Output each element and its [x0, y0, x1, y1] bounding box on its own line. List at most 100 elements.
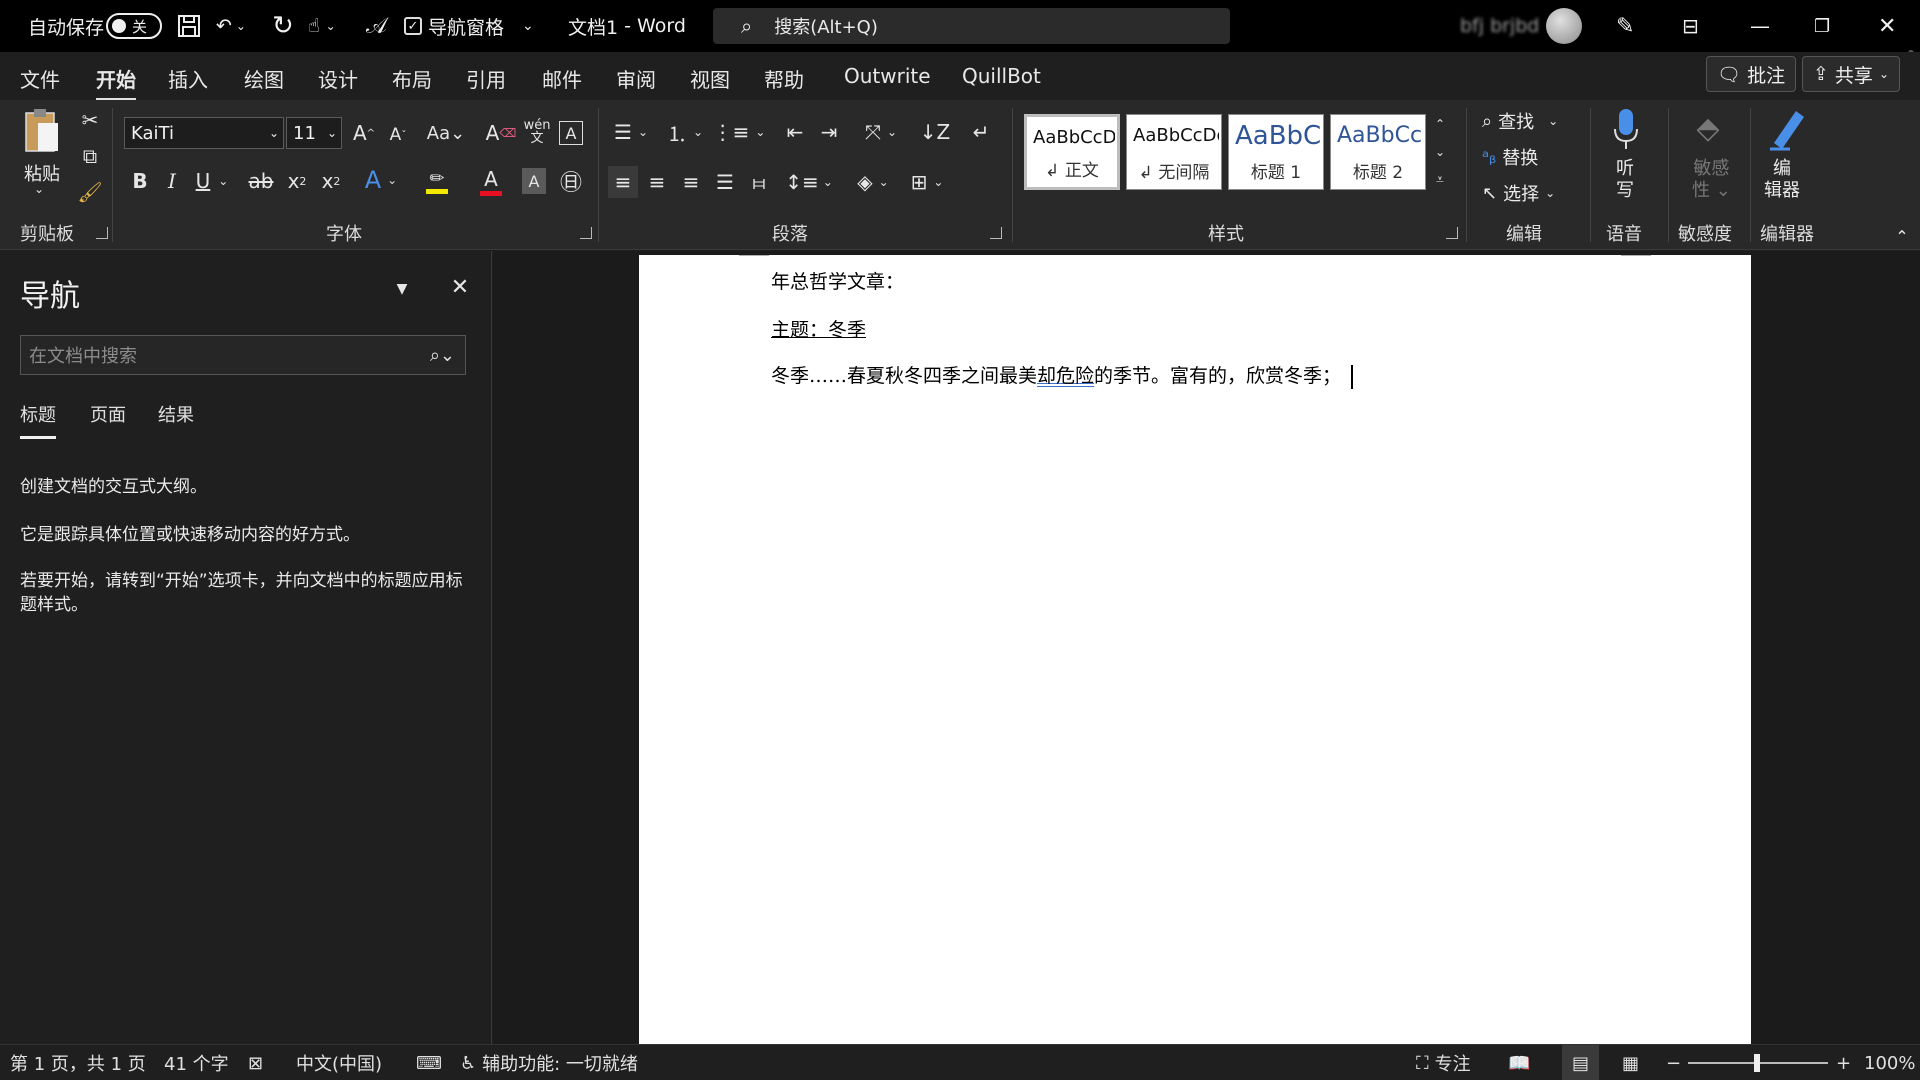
comments-button[interactable]: 🗨 批注: [1706, 56, 1797, 92]
character-shading-icon[interactable]: A: [522, 168, 546, 194]
style-no-spacing[interactable]: AaBbCcDd ↲ 无间隔: [1126, 114, 1222, 190]
nav-search-input[interactable]: 在文档中搜索 ⌕⌄: [20, 335, 466, 375]
superscript-icon[interactable]: x2: [316, 166, 346, 196]
zoom-level[interactable]: 100%: [1864, 1045, 1915, 1080]
tab-layout[interactable]: 布局: [392, 64, 432, 93]
autosave-toggle[interactable]: 关: [106, 0, 162, 52]
clear-formatting-icon[interactable]: A ⌫: [486, 118, 517, 148]
nav-tab-pages[interactable]: 页面: [90, 401, 126, 427]
clipboard-dialog-launcher-icon[interactable]: [96, 227, 108, 239]
tab-design[interactable]: 设计: [318, 64, 358, 93]
nav-options-chevron-down-icon[interactable]: ▼: [390, 277, 414, 301]
avatar[interactable]: [1546, 0, 1582, 52]
doc-paragraph[interactable]: 冬季……春夏秋冬四季之间最美却危险的季节。富有的，欣赏冬季；: [771, 361, 1354, 389]
tab-mailings[interactable]: 邮件: [542, 64, 582, 93]
multilevel-list-icon[interactable]: ⋮≡ ⌄: [713, 116, 766, 148]
search-icon[interactable]: ⌕⌄: [430, 345, 455, 366]
accessibility-status[interactable]: ♿ 辅助功能: 一切就绪: [460, 1045, 638, 1080]
document-page[interactable]: 年总哲学文章： 主题：冬季 冬季……春夏秋冬四季之间最美却危险的季节。富有的，欣…: [639, 255, 1751, 1044]
style-normal[interactable]: AaBbCcDd ↲ 正文: [1024, 114, 1120, 190]
close-icon[interactable]: ✕: [1878, 0, 1896, 52]
distributed-icon[interactable]: ⧦: [744, 166, 774, 198]
paragraph-dialog-launcher-icon[interactable]: [990, 227, 1002, 239]
nav-pane-checkbox[interactable]: ✓ 导航窗格: [404, 0, 504, 52]
find-button[interactable]: ⌕ 查找 ⌄: [1482, 108, 1558, 134]
zoom-slider-thumb[interactable]: [1754, 1054, 1760, 1072]
doc-subject-line[interactable]: 主题：冬季: [771, 315, 866, 342]
customize-qat-icon[interactable]: ⌄: [522, 0, 534, 52]
tab-insert[interactable]: 插入: [168, 64, 208, 93]
word-count[interactable]: 41 个字: [164, 1045, 229, 1080]
font-dialog-launcher-icon[interactable]: [580, 227, 592, 239]
restore-icon[interactable]: ❐: [1814, 0, 1830, 52]
format-painter-icon[interactable]: 🖌: [77, 180, 102, 204]
subscript-icon[interactable]: x2: [282, 166, 312, 196]
align-left-icon[interactable]: ≡: [608, 166, 638, 198]
decrease-indent-icon[interactable]: ⇤: [780, 116, 810, 148]
justify-icon[interactable]: ☰: [710, 166, 740, 198]
grammar-flag[interactable]: 却危险: [1037, 365, 1094, 387]
font-name-select[interactable]: KaiTi ⌄: [124, 117, 284, 149]
print-layout-icon[interactable]: ▤: [1562, 1045, 1600, 1080]
web-layout-icon[interactable]: ▦: [1622, 1045, 1639, 1080]
dictate-button[interactable]: 听写: [1616, 158, 1634, 202]
doc-paragraph[interactable]: 年总哲学文章：: [771, 267, 904, 294]
nav-tab-headings[interactable]: 标题: [20, 401, 56, 439]
text-predictions-icon[interactable]: ⌨: [416, 1045, 442, 1080]
tab-help[interactable]: 帮助: [764, 64, 804, 93]
bold-icon[interactable]: B: [128, 166, 152, 196]
borders-icon[interactable]: ⊞ ⌄: [904, 166, 950, 198]
line-spacing-icon[interactable]: ↕≡ ⌄: [785, 166, 833, 198]
share-button[interactable]: ⇪ 共享 ⌄: [1802, 56, 1900, 92]
tab-view[interactable]: 视图: [690, 64, 730, 93]
italic-icon[interactable]: I: [160, 166, 184, 196]
styles-more-icon[interactable]: ⩡: [1430, 168, 1450, 192]
tab-file[interactable]: 文件: [20, 64, 60, 93]
pen-icon[interactable]: ✎: [1616, 0, 1634, 52]
underline-icon[interactable]: U ⌄: [192, 166, 232, 196]
tab-review[interactable]: 审阅: [616, 64, 656, 93]
tab-outwrite[interactable]: Outwrite: [844, 64, 931, 88]
character-border-icon[interactable]: A: [559, 121, 583, 145]
strikethrough-icon[interactable]: ab: [246, 166, 276, 196]
nav-tab-results[interactable]: 结果: [158, 401, 194, 427]
styles-scroll-down-icon[interactable]: ⌄: [1430, 140, 1450, 164]
tab-home[interactable]: 开始: [96, 64, 136, 101]
show-marks-icon[interactable]: ↵: [966, 116, 996, 148]
bullets-icon[interactable]: ☰ ⌄: [608, 116, 654, 148]
save-icon[interactable]: [176, 0, 202, 52]
tab-draw[interactable]: 绘图: [244, 64, 284, 93]
proofing-icon[interactable]: ⊠: [248, 1045, 263, 1080]
undo-icon[interactable]: ↶ ⌄: [216, 0, 246, 52]
search-box[interactable]: ⌕ 搜索(Alt+Q): [713, 8, 1230, 44]
grow-font-icon[interactable]: A ^: [350, 118, 378, 148]
shading-icon[interactable]: ◈ ⌄: [850, 166, 896, 198]
collapse-ribbon-icon[interactable]: ⌃: [1890, 226, 1914, 246]
sort-icon[interactable]: ↓Z: [920, 116, 950, 148]
editor-pen-icon[interactable]: [1764, 104, 1812, 152]
style-heading-1[interactable]: AaBbCc 标题 1: [1228, 114, 1324, 190]
nav-close-icon[interactable]: ✕: [446, 273, 474, 301]
text-effects-icon[interactable]: A ⌄: [358, 164, 404, 196]
highlight-color-icon[interactable]: ✏: [412, 164, 462, 198]
user-name[interactable]: bfj brjbd: [1460, 0, 1539, 52]
select-button[interactable]: ↖ 选择 ⌄: [1482, 180, 1555, 206]
page-count[interactable]: 第 1 页，共 1 页: [10, 1045, 146, 1080]
style-heading-2[interactable]: AaBbCcD 标题 2: [1330, 114, 1426, 190]
microphone-icon[interactable]: [1608, 106, 1644, 152]
minimize-icon[interactable]: —: [1750, 0, 1770, 52]
tab-quillbot[interactable]: QuillBot: [962, 64, 1041, 88]
align-center-icon[interactable]: ≡: [642, 166, 672, 198]
increase-indent-icon[interactable]: ⇥: [814, 116, 844, 148]
font-size-select[interactable]: 11 ⌄: [286, 117, 342, 149]
asian-layout-icon[interactable]: ⤧ ⌄: [858, 116, 904, 148]
redo-icon[interactable]: ↻: [272, 0, 294, 52]
replace-button[interactable]: ᵃᵦ 替换: [1482, 144, 1538, 170]
paste-icon[interactable]: [20, 106, 64, 158]
shrink-font-icon[interactable]: Aˇ: [384, 120, 412, 150]
zoom-out-icon[interactable]: −: [1666, 1045, 1681, 1080]
zoom-in-icon[interactable]: +: [1836, 1045, 1851, 1080]
cut-icon[interactable]: ✂: [78, 108, 102, 132]
enclose-characters-icon[interactable]: ㊐: [556, 166, 586, 196]
styles-dialog-launcher-icon[interactable]: [1446, 227, 1458, 239]
